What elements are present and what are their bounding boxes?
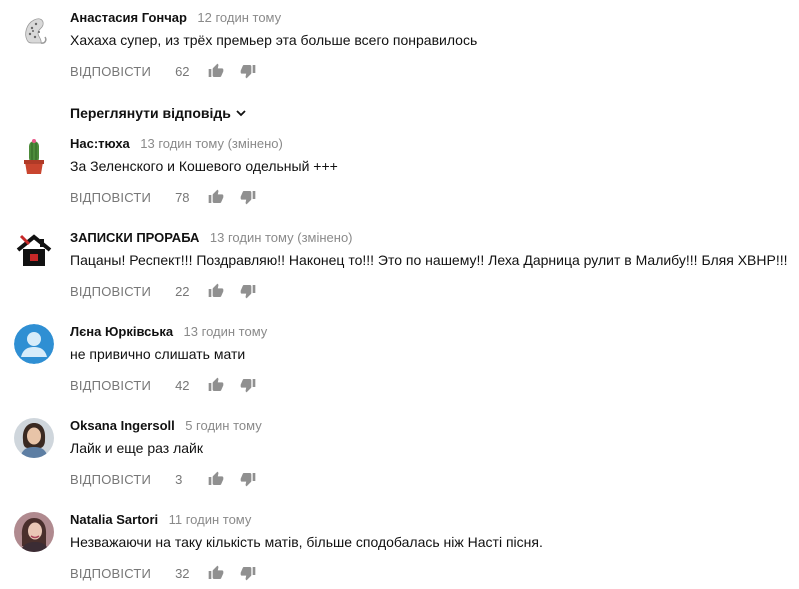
comment-text: не привично слишать мати	[70, 346, 246, 362]
reply-button[interactable]: ВІДПОВІСТИ	[70, 378, 151, 393]
thumb-down-icon[interactable]	[239, 62, 257, 80]
thumb-up-icon[interactable]	[207, 564, 225, 582]
comment-author[interactable]: Лєна Юрківська	[70, 324, 173, 339]
thumb-up-icon[interactable]	[207, 62, 225, 80]
default-user-avatar[interactable]	[14, 324, 54, 364]
comment-text: Пацаны! Респект!!! Поздравляю!! Наконец …	[70, 252, 788, 268]
comment-meta: Natalia Sartori 11 годин тому	[70, 512, 251, 528]
comment-actions: ВІДПОВІСТИ 22	[70, 281, 257, 301]
reply-button[interactable]: ВІДПОВІСТИ	[70, 64, 151, 79]
like-count: 78	[175, 189, 190, 205]
view-replies-label: Переглянути відповідь	[70, 105, 231, 121]
comment-text: За Зеленского и Кошевого одельный +++	[70, 158, 338, 174]
like-count: 22	[175, 283, 190, 299]
comment-meta: ЗАПИСКИ ПРОРАБА 13 годин тому (змінено)	[70, 230, 353, 246]
like-count: 3	[175, 471, 183, 487]
comment-time[interactable]: 13 годин тому (змінено)	[140, 136, 283, 151]
like-count: 32	[175, 565, 190, 581]
cactus-avatar[interactable]	[14, 136, 54, 176]
comment-actions: ВІДПОВІСТИ 3	[70, 469, 257, 489]
reply-button[interactable]: ВІДПОВІСТИ	[70, 472, 151, 487]
thumb-up-icon[interactable]	[207, 188, 225, 206]
thumb-down-icon[interactable]	[239, 188, 257, 206]
comment-text: Хахаха супер, из трёх премьер эта больше…	[70, 32, 478, 48]
comment-meta: Нас:тюха 13 годин тому (змінено)	[70, 136, 283, 152]
comment-meta: Oksana Ingersoll 5 годин тому	[70, 418, 262, 434]
thumb-up-icon[interactable]	[207, 282, 225, 300]
thumb-down-icon[interactable]	[239, 376, 257, 394]
like-count: 62	[175, 63, 190, 79]
comment-time[interactable]: 5 годин тому	[185, 418, 262, 433]
comment-actions: ВІДПОВІСТИ 42	[70, 375, 257, 395]
like-count: 42	[175, 377, 190, 393]
comment-author[interactable]: Анастасия Гончар	[70, 10, 187, 25]
comment-actions: ВІДПОВІСТИ 62	[70, 61, 257, 81]
thumb-up-icon[interactable]	[207, 376, 225, 394]
chevron-down-icon	[235, 107, 247, 119]
comment-text: Лайк и еще раз лайк	[70, 440, 203, 456]
reply-button[interactable]: ВІДПОВІСТИ	[70, 284, 151, 299]
comment-time[interactable]: 12 годин тому	[197, 10, 281, 25]
comment-actions: ВІДПОВІСТИ 32	[70, 563, 257, 583]
comment-author[interactable]: Natalia Sartori	[70, 512, 158, 527]
thumb-down-icon[interactable]	[239, 282, 257, 300]
view-replies-button[interactable]: Переглянути відповідь	[70, 104, 247, 122]
thumb-down-icon[interactable]	[239, 564, 257, 582]
comment-actions: ВІДПОВІСТИ 78	[70, 187, 257, 207]
woman-photo-avatar[interactable]	[14, 418, 54, 458]
house-logo-avatar[interactable]	[14, 230, 54, 270]
thumb-down-icon[interactable]	[239, 470, 257, 488]
comment-text: Незважаючи на таку кількість матів, біль…	[70, 534, 543, 550]
comment-author[interactable]: Oksana Ingersoll	[70, 418, 175, 433]
comment-time[interactable]: 13 годин тому (змінено)	[210, 230, 353, 245]
comment-meta: Анастасия Гончар 12 годин тому	[70, 10, 281, 26]
snow-leopard-avatar[interactable]	[14, 10, 54, 50]
woman-photo-avatar-2[interactable]	[14, 512, 54, 552]
comment-author[interactable]: Нас:тюха	[70, 136, 130, 151]
comment-time[interactable]: 13 годин тому	[184, 324, 268, 339]
thumb-up-icon[interactable]	[207, 470, 225, 488]
reply-button[interactable]: ВІДПОВІСТИ	[70, 190, 151, 205]
comment-meta: Лєна Юрківська 13 годин тому	[70, 324, 267, 340]
comment-time[interactable]: 11 годин тому	[169, 512, 252, 527]
reply-button[interactable]: ВІДПОВІСТИ	[70, 566, 151, 581]
comment-author[interactable]: ЗАПИСКИ ПРОРАБА	[70, 230, 199, 245]
